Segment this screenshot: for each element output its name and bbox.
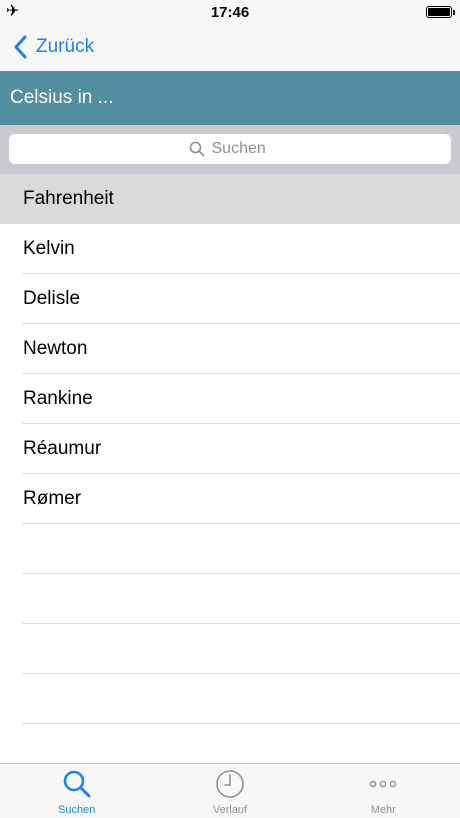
tab-mehr[interactable]: Mehr [307, 764, 460, 818]
list-item-label: Rømer [23, 488, 82, 509]
empty-row [0, 524, 460, 574]
list-item-romer[interactable]: Rømer [0, 474, 460, 524]
search-input[interactable] [211, 140, 272, 158]
tab-label: Suchen [58, 804, 96, 816]
search-icon [63, 770, 91, 798]
search-field[interactable] [9, 134, 451, 164]
status-time: 17:46 [210, 4, 250, 21]
list-item-newton[interactable]: Newton [0, 324, 460, 374]
tab-label: Verlauf [212, 804, 248, 816]
unit-list: Fahrenheit Kelvin Delisle Newton Rankine… [0, 174, 460, 763]
list-item-reaumur[interactable]: Réaumur [0, 424, 460, 474]
list-item-delisle[interactable]: Delisle [0, 274, 460, 324]
list-item-label: Kelvin [23, 238, 75, 259]
chevron-left-icon [14, 35, 27, 59]
empty-row [0, 724, 460, 763]
header-banner: Celsius in ... [0, 71, 460, 125]
empty-row [0, 674, 460, 724]
tab-suchen[interactable]: Suchen [0, 764, 153, 818]
status-bar: ✈ 17:46 [0, 0, 460, 24]
search-area [0, 125, 460, 174]
list-item-kelvin[interactable]: Kelvin [0, 224, 460, 274]
empty-row [0, 624, 460, 674]
list-item-fahrenheit[interactable]: Fahrenheit [0, 174, 460, 224]
list-item-label: Fahrenheit [23, 188, 114, 209]
battery-icon [426, 6, 455, 18]
navigation-bar: Zurück [0, 24, 460, 71]
tab-label: Mehr [370, 804, 396, 816]
back-button[interactable]: Zurück [10, 32, 94, 62]
list-item-label: Newton [23, 338, 88, 359]
list-item-rankine[interactable]: Rankine [0, 374, 460, 424]
list-item-label: Rankine [23, 388, 93, 409]
search-icon [189, 141, 204, 157]
empty-row [0, 574, 460, 624]
clock-icon [216, 770, 244, 798]
page-title: Celsius in ... [10, 87, 114, 108]
list-item-label: Delisle [23, 288, 81, 309]
back-button-label: Zurück [36, 36, 95, 57]
list-item-label: Réaumur [23, 438, 102, 459]
more-icon [370, 780, 397, 788]
tab-bar: Suchen Verlauf Mehr [0, 763, 460, 818]
tab-verlauf[interactable]: Verlauf [153, 764, 306, 818]
